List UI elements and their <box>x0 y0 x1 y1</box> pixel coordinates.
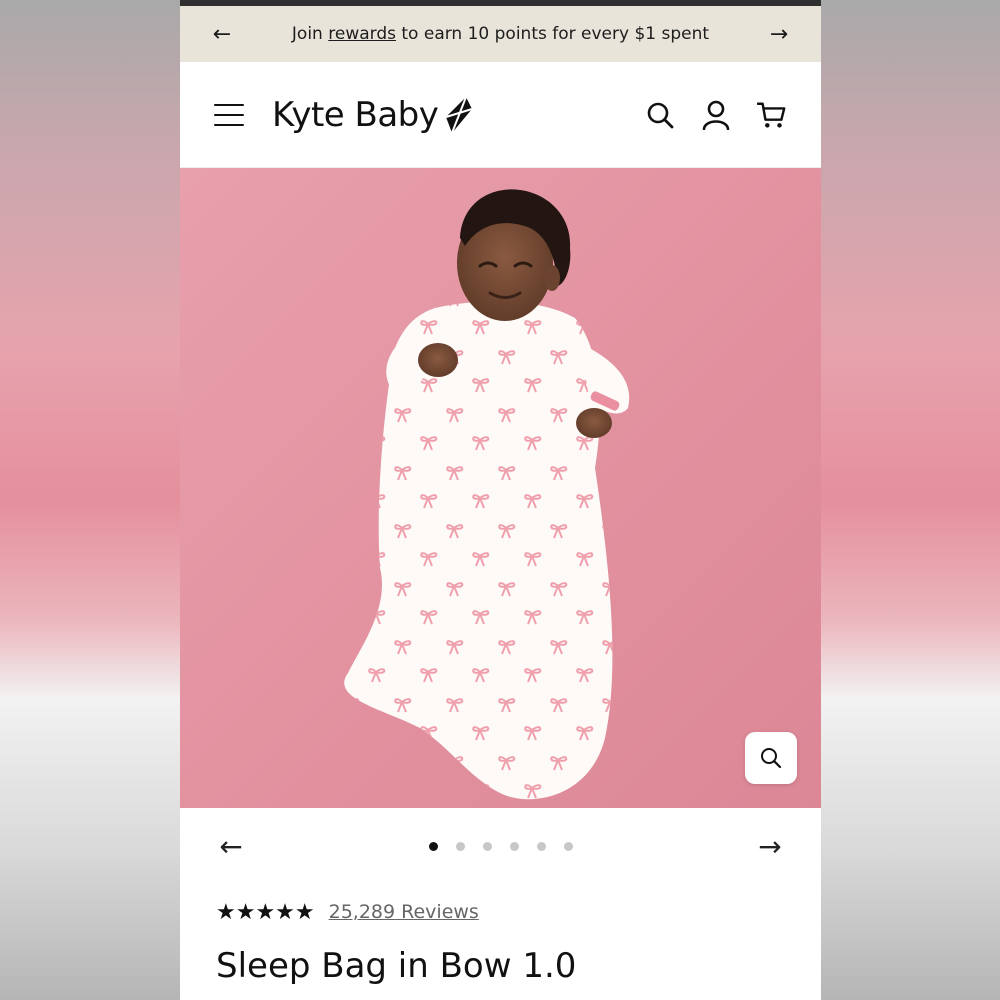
account-icon[interactable] <box>701 100 731 130</box>
carousel-dot[interactable] <box>482 841 492 851</box>
promo-prev-arrow-icon[interactable]: ← <box>210 22 234 47</box>
product-title: Sleep Bag in Bow 1.0 <box>216 946 577 986</box>
cart-icon[interactable] <box>757 100 787 130</box>
carousel-dots <box>428 841 573 851</box>
carousel-dot[interactable] <box>509 841 519 851</box>
promo-text: Join rewards to earn 10 points for every… <box>292 24 709 44</box>
brand-logo[interactable]: Kyte Baby <box>272 95 474 135</box>
product-image[interactable] <box>180 168 821 808</box>
baby-sleep-bag-photo <box>344 189 630 800</box>
promo-suffix: to earn 10 points for every $1 spent <box>395 24 710 44</box>
header-actions <box>645 100 787 130</box>
promo-next-arrow-icon[interactable]: → <box>767 22 791 47</box>
carousel-dot[interactable] <box>536 841 546 851</box>
carousel-next-arrow-icon[interactable]: → <box>755 830 785 863</box>
carousel-dot[interactable] <box>455 841 465 851</box>
kite-logo-icon <box>446 96 473 133</box>
brand-name: Kyte Baby <box>272 94 439 135</box>
promo-banner: ← Join rewards to earn 10 points for eve… <box>180 6 821 62</box>
site-header: Kyte Baby <box>180 62 821 168</box>
reviews-link[interactable]: 25,289 Reviews <box>329 901 479 923</box>
promo-prefix: Join <box>291 24 329 44</box>
carousel-controls: ← → <box>180 808 821 884</box>
star-rating-icon: ★★★★★ <box>216 899 315 925</box>
carousel-prev-arrow-icon[interactable]: ← <box>216 830 246 863</box>
zoom-search-icon <box>761 748 782 769</box>
menu-icon[interactable] <box>214 103 244 126</box>
search-icon[interactable] <box>645 100 675 130</box>
carousel-dot[interactable] <box>563 841 573 851</box>
zoom-button[interactable] <box>745 732 797 784</box>
carousel-dot[interactable] <box>428 841 438 851</box>
product-rating: ★★★★★ 25,289 Reviews <box>180 896 821 928</box>
rewards-link[interactable]: rewards <box>328 24 396 44</box>
mobile-page: ← Join rewards to earn 10 points for eve… <box>180 0 821 1000</box>
